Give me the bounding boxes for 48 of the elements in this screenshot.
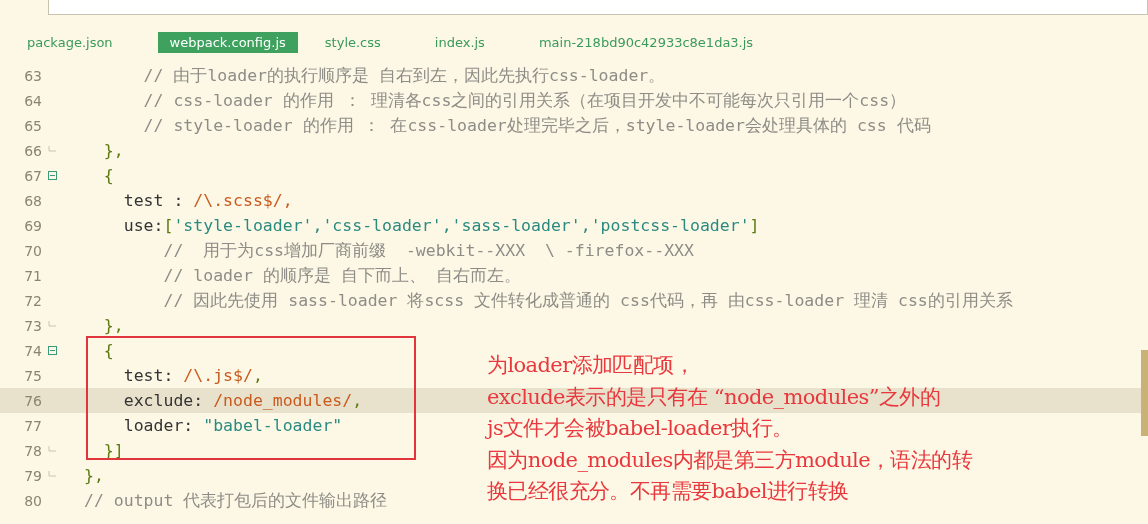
line-number: 69 [23,217,42,234]
code-line: test : /\.scss$/, [122,191,293,210]
annotation-text: 因为node_modules内都是第三方module，语法的转 [487,446,973,474]
annotation-text: 换已经很充分。不再需要babel进行转换 [487,478,850,505]
line-number: 72 [23,292,42,309]
line-number: 78 [23,442,42,459]
line-number: 67 [23,167,42,184]
code-line: exclude: /node_modules/, [122,391,363,410]
code-comment: // 因此先使用 sass-loader 将scss 文件转化成普通的 css代码，再 由css-loader 理清 css的引用关系 [162,289,1013,312]
file-tab[interactable]: index.js [425,31,494,53]
line-number: 70 [23,242,42,259]
line-number: 74 [23,342,42,359]
line-number: 66 [23,142,42,159]
code-line: loader: "babel-loader" [122,416,343,435]
code-comment: // 用于为css增加厂商前缀 -webkit--XXX \ -firefox--XXX [162,239,694,262]
code-line: }, [102,316,124,335]
file-tab[interactable]: package.json [18,31,122,53]
annotation-text: 为loader添加匹配项， [487,352,695,379]
line-number: 80 [23,492,42,509]
annotation-text: js文件才会被babel-loader执行。 [487,415,794,442]
line-number: 65 [23,117,42,134]
line-number: 71 [23,267,42,284]
line-number: 79 [23,467,42,484]
fold-toggle-icon[interactable] [47,346,57,355]
line-number: 73 [23,317,42,334]
code-line: { [102,166,114,185]
file-tab[interactable]: webpack.config.js [157,31,298,53]
line-number: 64 [23,92,42,109]
code-line: test: /\.js$/, [122,366,263,385]
fold-toggle-icon[interactable] [47,171,57,180]
code-comment: // css-loader 的作用 ： 理清各css之间的引用关系（在项目开发中不可能每次只引用一个css） [142,89,907,112]
line-number: 68 [23,192,42,209]
code-comment: // loader 的顺序是 自下而上、 自右而左。 [162,264,521,287]
line-number: 77 [23,417,42,434]
code-comment: // style-loader 的作用 ： 在css-loader处理完毕之后，style-loader会处理具体的 css 代码 [142,114,931,137]
line-number: 75 [23,367,42,384]
code-line: use:['style-loader','css-loader','sass-loader','postcss-loader'] [122,216,760,235]
file-tab[interactable]: main-218bd90c42933c8e1da3.js [529,31,763,53]
code-line: { [102,341,114,360]
code-comment: // output 代表打包后的文件输出路径 [84,489,388,512]
code-comment: // 由于loader的执行顺序是 自右到左，因此先执行css-loader。 [142,64,666,87]
code-line: }, [84,466,104,485]
annotation-text: exclude表示的是只有在 “node_modules”之外的 [487,383,942,411]
file-tab[interactable]: style.css [315,31,390,53]
line-number: 76 [23,392,42,409]
code-line: }, [102,141,124,160]
line-number: 63 [23,67,42,84]
address-bar[interactable] [48,0,1148,15]
